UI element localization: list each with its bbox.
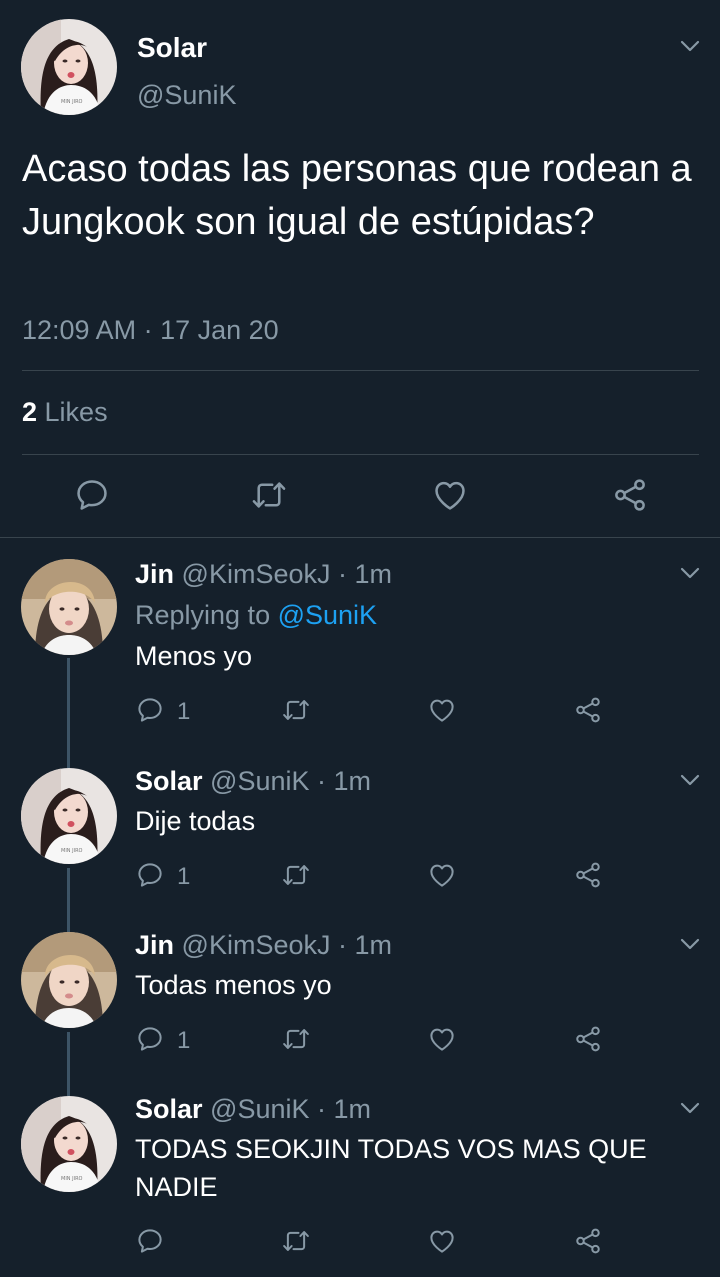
reply-text: Dije todas [135, 806, 256, 836]
retweet-icon[interactable] [281, 860, 311, 890]
divider [22, 454, 699, 455]
thread-line [67, 868, 70, 928]
reply-header: Jin @KimSeokJ · 1m [135, 930, 392, 961]
reply-count: 1 [177, 1027, 191, 1054]
reply-count: 1 [177, 698, 191, 725]
reply-text: Menos yo [135, 641, 253, 671]
reply-icon[interactable] [73, 476, 111, 514]
reply-tweet[interactable]: Jin @KimSeokJ · 1m Replying to @SuniK Me… [0, 538, 720, 764]
reply-count: 1 [177, 863, 191, 890]
share-icon[interactable] [573, 1024, 603, 1054]
thread-line [67, 1032, 70, 1092]
author-name[interactable]: Jin [135, 930, 174, 960]
reply-icon[interactable] [135, 695, 165, 725]
reply-icon[interactable] [135, 1226, 165, 1256]
share-icon[interactable] [573, 1226, 603, 1256]
share-icon[interactable] [573, 860, 603, 890]
tweet-timestamp: 12:09 AM · 17 Jan 20 [22, 315, 279, 345]
author-handle[interactable]: @SuniK [210, 1094, 309, 1124]
chevron-down-icon[interactable] [678, 1099, 702, 1117]
tweet-text: Acaso todas las personas que rodean a Ju… [22, 148, 692, 243]
chevron-down-icon[interactable] [678, 564, 702, 582]
author-handle[interactable]: @SuniK [137, 80, 236, 111]
likes-number: 2 [22, 397, 38, 427]
chevron-down-icon[interactable] [678, 771, 702, 789]
like-icon[interactable] [427, 1024, 457, 1054]
avatar[interactable] [21, 768, 117, 864]
reply-tweet[interactable]: Solar @SuniK · 1m TODAS SEOKJIN TODAS VO… [0, 1092, 720, 1277]
reply-text: TODAS SEOKJIN TODAS VOS MAS QUE NADIE [135, 1134, 647, 1202]
author-handle[interactable]: @SuniK [210, 766, 309, 796]
reply-time: · 1m [338, 930, 392, 960]
author-name[interactable]: Jin [135, 559, 174, 589]
retweet-icon[interactable] [250, 476, 288, 514]
reply-time: · 1m [338, 559, 392, 589]
likes-label: Likes [37, 397, 108, 427]
reply-header: Solar @SuniK · 1m [135, 1094, 371, 1125]
likes-count[interactable]: 2 Likes [22, 397, 108, 428]
author-handle[interactable]: @KimSeokJ [182, 930, 331, 960]
share-icon[interactable] [573, 695, 603, 725]
thread-line [67, 658, 70, 764]
reply-time: · 1m [317, 766, 372, 796]
avatar[interactable] [21, 19, 117, 115]
author-name[interactable]: Solar [137, 32, 207, 64]
reply-header: Solar @SuniK · 1m [135, 766, 371, 797]
avatar[interactable] [21, 1096, 117, 1192]
chevron-down-icon[interactable] [678, 37, 702, 55]
reply-icon[interactable] [135, 860, 165, 890]
reply-time: · 1m [317, 1094, 372, 1124]
like-icon[interactable] [427, 860, 457, 890]
retweet-icon[interactable] [281, 1226, 311, 1256]
reply-tweet[interactable]: Solar @SuniK · 1m Dije todas 1 [0, 764, 720, 928]
author-name[interactable]: Solar [135, 1094, 203, 1124]
replying-to: Replying to @SuniK [135, 600, 377, 631]
like-icon[interactable] [427, 1226, 457, 1256]
reply-text: Todas menos yo [135, 970, 332, 1000]
reply-header: Jin @KimSeokJ · 1m [135, 559, 392, 590]
divider [22, 370, 699, 371]
share-icon[interactable] [611, 476, 649, 514]
like-icon[interactable] [431, 476, 469, 514]
like-icon[interactable] [427, 695, 457, 725]
avatar[interactable] [21, 932, 117, 1028]
author-handle[interactable]: @KimSeokJ [182, 559, 331, 589]
replying-to-link[interactable]: @SuniK [278, 600, 377, 630]
reply-tweet[interactable]: Jin @KimSeokJ · 1m Todas menos yo 1 [0, 928, 720, 1092]
main-tweet: Solar @SuniK Acaso todas las personas qu… [0, 0, 720, 537]
retweet-icon[interactable] [281, 1024, 311, 1054]
retweet-icon[interactable] [281, 695, 311, 725]
replying-prefix: Replying to [135, 600, 278, 630]
avatar[interactable] [21, 559, 117, 655]
chevron-down-icon[interactable] [678, 935, 702, 953]
author-name[interactable]: Solar [135, 766, 203, 796]
reply-icon[interactable] [135, 1024, 165, 1054]
